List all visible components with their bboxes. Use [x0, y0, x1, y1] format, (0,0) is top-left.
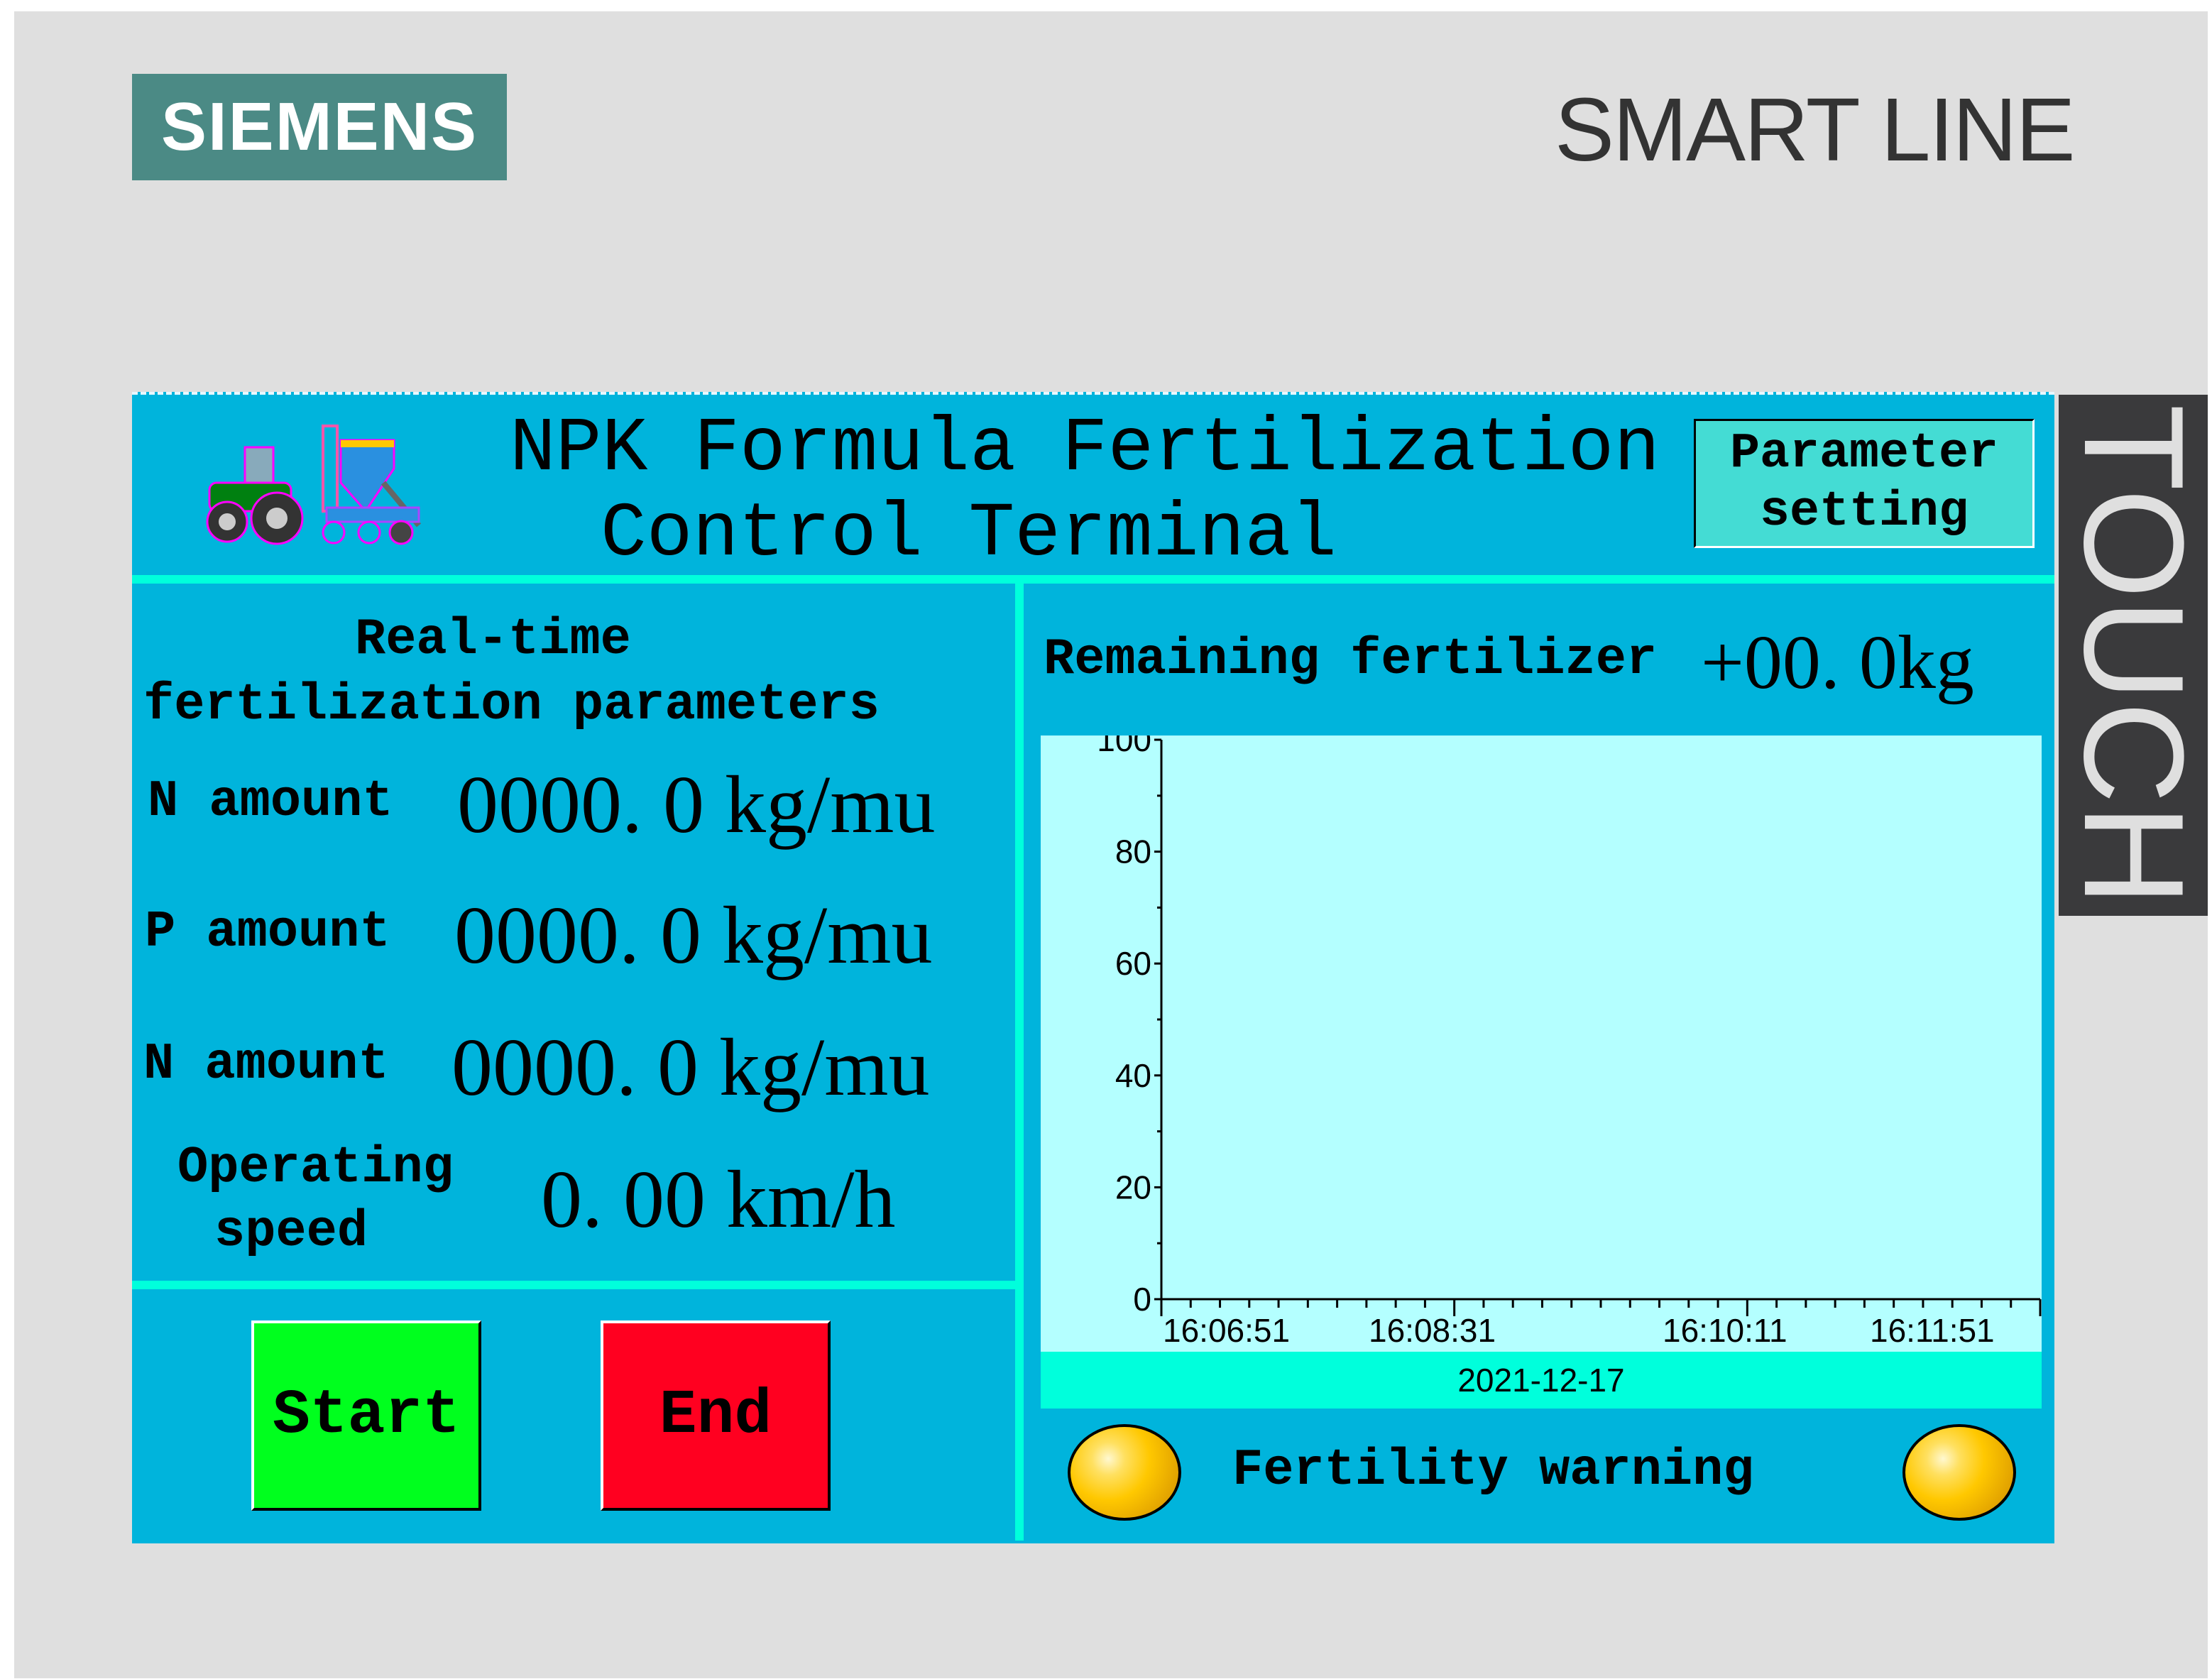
y-tick-label: 80 [1115, 833, 1151, 870]
product-name: SMART LINE [1555, 80, 2076, 180]
touch-text: TOUCH [2059, 404, 2208, 907]
y-tick-label: 20 [1115, 1169, 1151, 1205]
end-button[interactable]: End [601, 1320, 831, 1511]
parameter-setting-button[interactable]: Parameter setting [1694, 419, 2035, 548]
parameter-setting-line-1: Parameter [1729, 426, 1999, 482]
siemens-logo: SIEMENS [132, 74, 507, 180]
k-amount-value: 0000. 0 kg/mu [451, 1022, 930, 1113]
y-tick-label: 40 [1115, 1057, 1151, 1094]
warning-lamp-right [1902, 1424, 2016, 1521]
parameter-setting-line-2: setting [1759, 484, 1969, 540]
p-amount-label: P amount [145, 903, 390, 961]
chart-date: 2021-12-17 [1041, 1352, 2042, 1409]
x-tick-label: 16:11:51 [1870, 1312, 1995, 1349]
n-amount-value: 0000. 0 kg/mu [457, 760, 936, 851]
header-divider [132, 575, 2054, 584]
k-amount-label: N amount [143, 1035, 389, 1093]
start-button[interactable]: Start [251, 1320, 481, 1511]
speed-label-line-1: Operating [177, 1139, 454, 1197]
speed-label-line-2: speed [214, 1203, 368, 1261]
touch-label: TOUCH [2059, 395, 2208, 916]
left-divider [132, 1281, 1015, 1289]
section-title-line-1: Real-time [355, 611, 631, 669]
x-tick-label: 16:08:31 [1369, 1312, 1496, 1349]
y-tick-label: 0 [1133, 1281, 1151, 1318]
remaining-fertilizer-value: +00. 0kg [1701, 620, 1974, 705]
warning-lamp-left [1068, 1424, 1181, 1521]
y-tick-label: 60 [1115, 945, 1151, 982]
vertical-divider [1015, 579, 1024, 1541]
section-title-line-2: fertilization parameters [143, 676, 880, 734]
y-tick-label: 100 [1097, 735, 1151, 758]
remaining-fertilizer-label: Remaining fertilizer [1044, 630, 1658, 689]
x-tick-label: 16:06:51 [1163, 1312, 1290, 1349]
p-amount-value: 0000. 0 kg/mu [454, 890, 933, 981]
fertility-warning-label: Fertility warning [1232, 1441, 1754, 1499]
title-line-2: Control Terminal [601, 491, 1337, 578]
trend-chart-axes: 0 20 40 60 80 100 16:06:51 16:08:31 16:10:11 16:1… [1097, 735, 2042, 1349]
tractor-icon [206, 425, 422, 545]
title-line-1: NPK Formula Fertilization [510, 406, 1660, 493]
n-amount-label: N amount [148, 772, 393, 831]
speed-value: 0. 00 km/h [541, 1154, 896, 1245]
x-tick-label: 16:10:11 [1663, 1312, 1787, 1349]
